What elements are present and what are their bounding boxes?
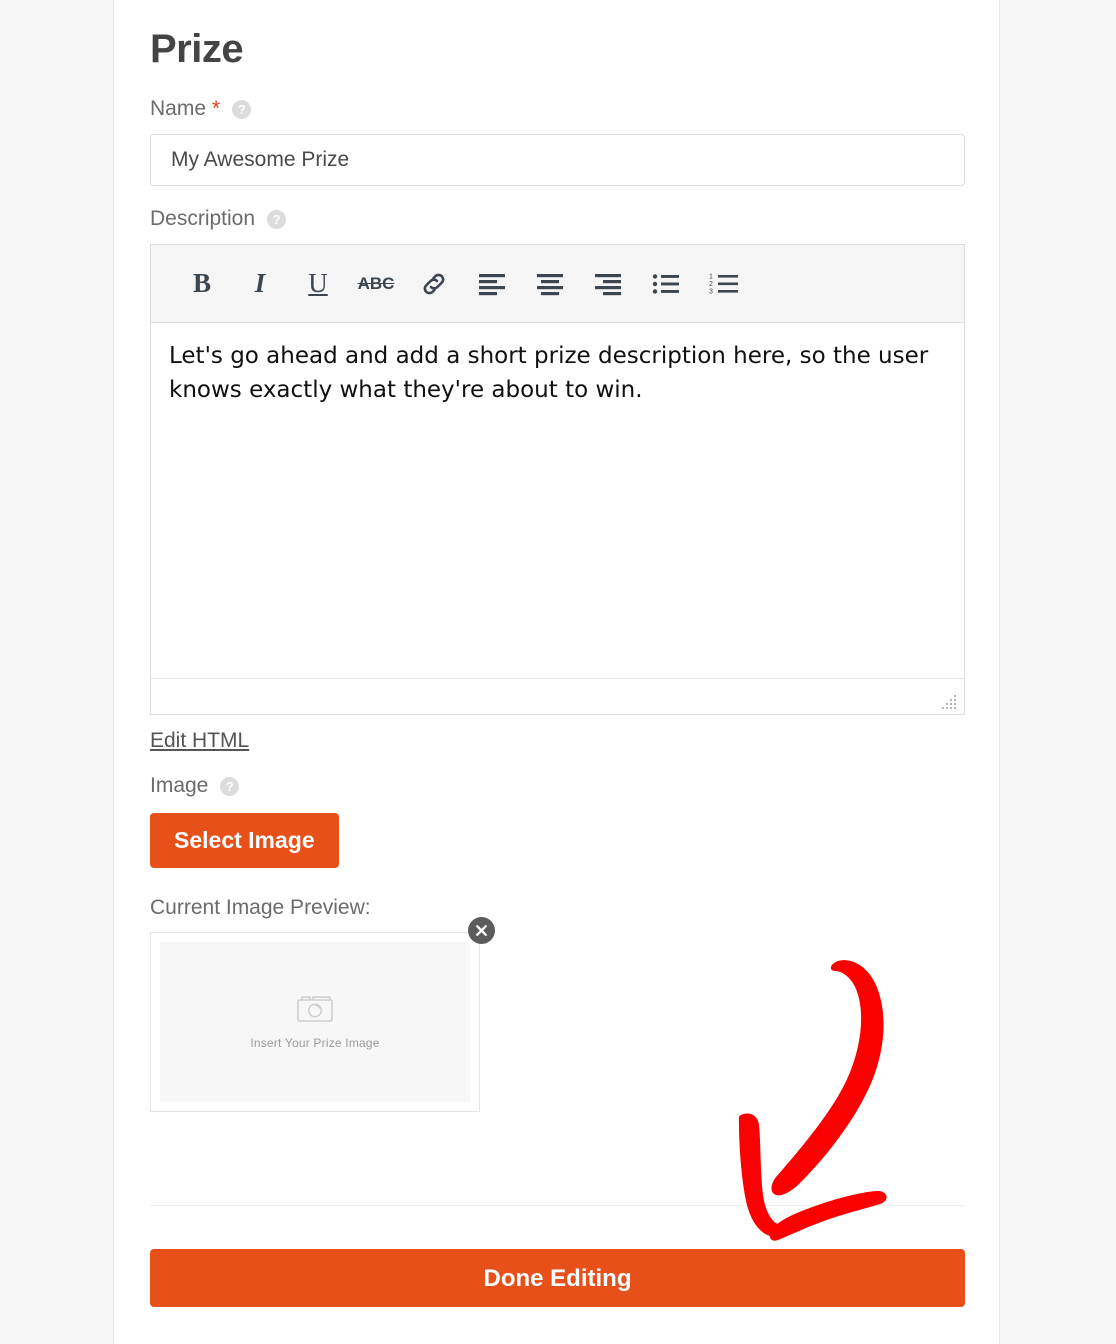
align-right-icon bbox=[594, 272, 622, 296]
close-icon bbox=[475, 924, 488, 937]
name-label-text: Name bbox=[150, 96, 206, 122]
image-field-label: Image bbox=[150, 773, 965, 799]
svg-text:2: 2 bbox=[709, 281, 713, 288]
italic-button[interactable]: I bbox=[231, 259, 289, 309]
resize-handle-icon[interactable] bbox=[942, 694, 958, 710]
content-panel: Prize Name * Description B I bbox=[113, 0, 1000, 1344]
form-container: Prize Name * Description B I bbox=[150, 0, 965, 1112]
editor-statusbar bbox=[151, 678, 964, 714]
numbered-list-icon: 1 2 3 bbox=[709, 272, 739, 296]
remove-image-button[interactable] bbox=[468, 917, 495, 944]
image-placeholder-text: Insert Your Prize Image bbox=[250, 1036, 379, 1050]
italic-glyph: I bbox=[255, 268, 266, 299]
footer-divider bbox=[150, 1205, 965, 1206]
select-image-button[interactable]: Select Image bbox=[150, 813, 339, 868]
name-field-label: Name * bbox=[150, 96, 965, 122]
strikethrough-button[interactable]: ABC bbox=[347, 259, 405, 309]
image-preview-box: Insert Your Prize Image bbox=[150, 932, 480, 1112]
link-icon bbox=[419, 269, 449, 299]
insert-link-button[interactable] bbox=[405, 259, 463, 309]
help-circle-icon[interactable] bbox=[232, 100, 251, 119]
help-circle-icon[interactable] bbox=[267, 210, 286, 229]
bullet-list-button[interactable] bbox=[637, 259, 695, 309]
screen: Prize Name * Description B I bbox=[0, 0, 1116, 1344]
done-editing-button[interactable]: Done Editing bbox=[150, 1249, 965, 1307]
editor-content-area[interactable]: Let's go ahead and add a short prize des… bbox=[151, 323, 964, 678]
bullet-list-icon bbox=[652, 272, 680, 296]
underline-button[interactable]: U bbox=[289, 259, 347, 309]
align-center-button[interactable] bbox=[521, 259, 579, 309]
svg-text:3: 3 bbox=[709, 288, 713, 295]
align-center-icon bbox=[536, 272, 564, 296]
image-preview-container: Insert Your Prize Image bbox=[150, 932, 480, 1112]
description-field-label: Description bbox=[150, 206, 965, 232]
editor-toolbar: B I U ABC bbox=[151, 245, 964, 323]
strikethrough-glyph: ABC bbox=[358, 274, 395, 294]
bold-button[interactable]: B bbox=[173, 259, 231, 309]
underline-glyph: U bbox=[308, 268, 328, 299]
camera-icon bbox=[296, 994, 334, 1024]
numbered-list-button[interactable]: 1 2 3 bbox=[695, 259, 753, 309]
svg-text:1: 1 bbox=[709, 273, 713, 280]
required-asterisk: * bbox=[212, 99, 220, 119]
name-input[interactable] bbox=[150, 134, 965, 186]
edit-html-link[interactable]: Edit HTML bbox=[150, 729, 249, 753]
help-circle-icon[interactable] bbox=[220, 777, 239, 796]
description-label-text: Description bbox=[150, 206, 255, 232]
bold-glyph: B bbox=[193, 268, 211, 299]
editor-paragraph: Let's go ahead and add a short prize des… bbox=[169, 339, 946, 407]
align-left-icon bbox=[478, 272, 506, 296]
page-title: Prize bbox=[150, 22, 965, 76]
current-image-preview-label: Current Image Preview: bbox=[150, 896, 965, 920]
rich-text-editor: B I U ABC bbox=[150, 244, 965, 715]
align-right-button[interactable] bbox=[579, 259, 637, 309]
align-left-button[interactable] bbox=[463, 259, 521, 309]
image-placeholder: Insert Your Prize Image bbox=[160, 942, 470, 1102]
image-label-text: Image bbox=[150, 773, 208, 799]
